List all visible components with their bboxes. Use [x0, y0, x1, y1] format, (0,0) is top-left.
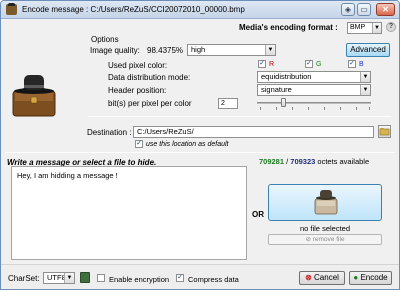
keyboard-icon — [80, 272, 90, 283]
browse-folder-button[interactable] — [378, 125, 391, 138]
compress-checkbox[interactable]: ✓ — [176, 274, 184, 282]
bits-slider-thumb[interactable] — [281, 98, 286, 107]
green-channel-label: G — [316, 61, 322, 68]
section-separator — [5, 152, 395, 153]
red-channel-label: R — [269, 61, 275, 68]
cancel-label: Cancel — [314, 273, 339, 282]
no-file-label: no file selected — [299, 224, 351, 233]
folder-icon — [379, 128, 390, 136]
charset-value: UTF8 — [47, 273, 66, 282]
header-position-value: signature — [261, 85, 292, 94]
window-title: Encode message : C:/Users/ReZuS/CCI20072… — [22, 5, 245, 14]
octets-suffix: octets available — [317, 157, 370, 166]
encode-message-window: Encode message : C:/Users/ReZuS/CCI20072… — [0, 0, 400, 290]
compress-label: Compress data — [188, 275, 239, 284]
distribution-mode-label: Data distribution mode: — [108, 73, 191, 82]
charset-select[interactable]: UTF8 ▼ — [43, 272, 75, 284]
distribution-mode-select[interactable]: equidistribution ▼ — [257, 71, 371, 83]
encode-label: Encode — [360, 273, 388, 282]
slider-tick — [356, 107, 357, 110]
bits-per-pixel-field[interactable]: 2 — [218, 98, 238, 109]
blue-channel-label: B — [359, 61, 364, 68]
maximize-button[interactable]: ▭ — [357, 3, 371, 16]
encode-button[interactable]: ● Encode — [349, 271, 392, 285]
extra-window-button[interactable]: ◈ — [341, 3, 355, 16]
image-quality-percent: 98.4375% — [147, 46, 184, 55]
briefcase-spy-logo-icon — [12, 75, 56, 117]
chevron-down-icon: ▼ — [372, 23, 381, 33]
app-icon — [6, 3, 17, 15]
slider-tick — [260, 107, 261, 110]
bits-per-pixel-label: bit(s) per pixel per color — [108, 99, 192, 108]
destination-label: Destination : — [87, 128, 132, 137]
message-textarea[interactable]: Hey, I am hidding a message ! — [11, 166, 247, 260]
close-window-button[interactable]: ✕ — [376, 3, 395, 16]
cancel-button[interactable]: ⊗ Cancel — [299, 271, 345, 285]
octets-available: 709281 / 709323 octets available — [259, 157, 370, 166]
slider-tick — [308, 107, 309, 110]
default-location-checkbox[interactable]: ✓ — [135, 140, 143, 148]
blue-channel-checkbox[interactable]: ✓ — [348, 60, 356, 68]
slider-tick — [369, 107, 370, 110]
header-position-select[interactable]: signature ▼ — [257, 84, 371, 96]
slider-tick — [340, 107, 341, 110]
header-position-label: Header position: — [108, 86, 167, 95]
destination-value: C:/Users/ReZuS/ — [137, 127, 194, 136]
chevron-down-icon: ▼ — [360, 85, 370, 95]
image-quality-value: high — [191, 45, 206, 54]
bits-per-pixel-value: 2 — [221, 100, 225, 107]
or-label: OR — [252, 210, 264, 219]
pixel-color-label: Used pixel color: — [108, 61, 168, 70]
image-quality-select[interactable]: high ▼ — [187, 44, 276, 56]
default-location-label: use this location as default — [146, 141, 229, 148]
bits-slider-track[interactable] — [257, 102, 371, 104]
cancel-icon: ⊗ — [305, 273, 315, 282]
chevron-down-icon: ▼ — [360, 72, 370, 82]
media-format-label: Media's encoding format : — [239, 23, 338, 32]
slider-tick — [324, 107, 325, 110]
format-select[interactable]: BMP ▼ — [347, 22, 382, 34]
destination-field[interactable]: C:/Users/ReZuS/ — [133, 126, 374, 138]
select-file-button[interactable] — [268, 184, 382, 221]
encryption-checkbox[interactable] — [97, 274, 105, 282]
message-text: Hey, I am hidding a message ! — [17, 171, 118, 180]
remove-file-button[interactable]: ⊘ remove file — [268, 234, 382, 245]
bottom-bar: CharSet: UTF8 ▼ Enable encryption ✓ Comp… — [1, 264, 399, 289]
red-channel-checkbox[interactable]: ✓ — [258, 60, 266, 68]
format-value: BMP — [350, 24, 366, 31]
green-channel-checkbox[interactable]: ✓ — [305, 60, 313, 68]
file-briefcase-icon — [314, 190, 338, 215]
advanced-button[interactable]: Advanced — [346, 43, 390, 57]
slider-tick — [276, 107, 277, 110]
encryption-label: Enable encryption — [109, 275, 170, 284]
octets-used: 709281 — [259, 157, 285, 166]
options-group-label: Options — [91, 35, 119, 44]
remove-icon: ⊘ — [305, 236, 313, 243]
charset-label: CharSet: — [8, 274, 40, 283]
options-separator — [88, 116, 391, 117]
slider-tick — [292, 107, 293, 110]
octets-total: 709323 — [290, 157, 316, 166]
image-quality-label: Image quality: — [90, 46, 140, 55]
chevron-down-icon: ▼ — [64, 273, 74, 283]
distribution-mode-value: equidistribution — [261, 72, 312, 81]
help-icon[interactable]: ? — [386, 22, 396, 32]
remove-file-label: remove file — [312, 236, 345, 243]
chevron-down-icon: ▼ — [265, 45, 275, 55]
title-bar[interactable]: Encode message : C:/Users/ReZuS/CCI20072… — [1, 1, 399, 19]
